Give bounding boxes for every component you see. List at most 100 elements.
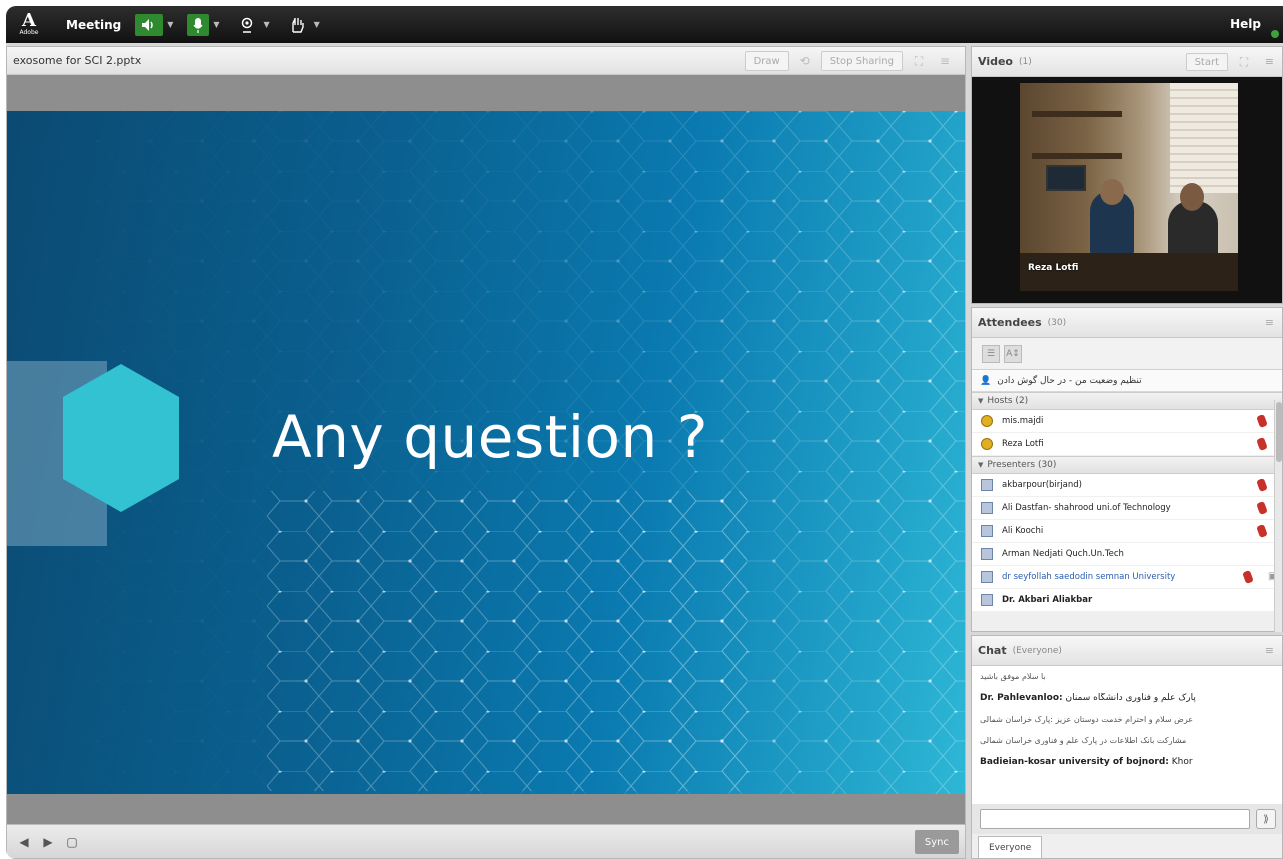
attendee-row[interactable]: Reza Lotfi <box>972 433 1282 456</box>
attendee-row[interactable]: Ali Dastfan- shahrood uni.of Technology <box>972 497 1282 520</box>
pointer-icon[interactable]: ⟲ <box>795 51 815 71</box>
adobe-logo-glyph: A <box>22 9 36 31</box>
share-toolbar: Draw ⟲ Stop Sharing ⛶ ≡ <box>744 51 955 71</box>
chat-text: Khor <box>1171 757 1193 767</box>
feed-shelf-lower <box>1032 153 1122 159</box>
slide-thumbnails-icon[interactable]: ▢ <box>65 835 79 849</box>
my-status-row[interactable]: 👤 تنظیم وضعیت من - در حال گوش دادن <box>972 370 1282 392</box>
attendees-pod-header: Attendees (30) ≡ <box>972 308 1282 338</box>
chat-messages: با سلام موفق باشید Dr. Pahlevanloo: پارک… <box>972 666 1282 804</box>
attendee-name: Arman Nedjati Quch.Un.Tech <box>1002 549 1124 559</box>
speaker-dropdown-icon[interactable]: ▼ <box>167 20 173 29</box>
meeting-menu[interactable]: Meeting <box>66 18 121 32</box>
hosts-group-label: Hosts (2) <box>987 396 1029 406</box>
my-status-text: تنظیم وضعیت من - در حال گوش دادن <box>997 375 1142 386</box>
video-fullscreen-icon[interactable]: ⛶ <box>1234 52 1254 72</box>
start-webcam-button[interactable]: Start <box>1185 53 1228 71</box>
slide-heading: Any question ? <box>272 403 708 471</box>
attendees-pod-menu-icon[interactable]: ≡ <box>1265 316 1274 329</box>
microphone-active-icon <box>1256 436 1268 452</box>
speaker-icon[interactable] <box>135 13 164 36</box>
status-control[interactable]: ▼ <box>284 14 320 36</box>
share-pod-header: exosome for SCI 2.pptx Draw ⟲ Stop Shari… <box>7 47 965 75</box>
share-footer: ◀ ▶ ▢ Sync <box>7 824 965 858</box>
top-toolbar: A Adobe Meeting ▼ ▼ ▼ ▼ Help <box>6 6 1283 43</box>
chat-message: با سلام موفق باشید <box>980 672 1274 681</box>
hosts-group-header[interactable]: ▼ Hosts (2) <box>972 392 1282 410</box>
connection-status-icon <box>1271 30 1279 38</box>
share-pod: exosome for SCI 2.pptx Draw ⟲ Stop Shari… <box>6 46 966 859</box>
attendee-name: Ali Dastfan- shahrood uni.of Technology <box>1002 503 1171 513</box>
attendee-row[interactable]: dr seyfollah saedodin semnan University … <box>972 566 1282 589</box>
presenters-group-header[interactable]: ▼ Presenters (30) <box>972 456 1282 474</box>
microphone-icon[interactable] <box>187 13 210 36</box>
video-pod: Video (1) Start ⛶ ≡ Reza Lotfi <box>971 46 1283 304</box>
feed-monitor <box>1046 165 1086 191</box>
attendee-row[interactable]: Arman Nedjati Quch.Un.Tech <box>972 543 1282 566</box>
attendee-name: Reza Lotfi <box>1002 439 1044 449</box>
raise-hand-icon[interactable] <box>284 14 310 36</box>
chat-input[interactable] <box>980 809 1250 829</box>
chat-pod: Chat (Everyone) ≡ با سلام موفق باشید Dr.… <box>971 635 1283 859</box>
attendees-count: (30) <box>1047 317 1067 328</box>
send-message-icon[interactable]: ⟫ <box>1256 809 1276 829</box>
chat-text: با سلام موفق باشید <box>980 672 1046 681</box>
presenter-icon <box>980 547 994 561</box>
pod-options-icon[interactable]: ≡ <box>935 51 955 71</box>
chat-tab-everyone[interactable]: Everyone <box>978 836 1043 858</box>
chat-compose: ⟫ <box>972 804 1282 834</box>
sync-button[interactable]: Sync <box>914 830 959 854</box>
share-document-title: exosome for SCI 2.pptx <box>13 54 142 67</box>
chat-text: عرض سلام و احترام خدمت دوستان عزیز :پارک… <box>980 715 1194 724</box>
presenter-icon <box>980 524 994 538</box>
video-pod-count: (1) <box>1018 56 1032 67</box>
webcam-icon[interactable] <box>234 14 260 36</box>
previous-slide-icon[interactable]: ◀ <box>17 835 31 849</box>
video-pod-menu-icon[interactable]: ≡ <box>1265 55 1274 68</box>
chat-pod-menu-icon[interactable]: ≡ <box>1265 644 1274 657</box>
attendees-pod: Attendees (30) ≡ ☰ A↕ 👤 تنظیم وضعیت من -… <box>971 307 1283 632</box>
attendee-name: Dr. Akbari Aliakbar <box>1002 595 1093 605</box>
video-participant-name: Reza Lotfi <box>1028 263 1079 273</box>
chat-sender: Badieian-kosar university of bojnord: <box>980 757 1169 767</box>
presenter-icon <box>980 478 994 492</box>
stop-sharing-button[interactable]: Stop Sharing <box>820 51 903 71</box>
speaker-control[interactable]: ▼ <box>135 13 173 36</box>
chat-message: عرض سلام و احترام خدمت دوستان عزیز :پارک… <box>980 715 1274 724</box>
chat-pod-header: Chat (Everyone) ≡ <box>972 636 1282 666</box>
attendees-scrollbar[interactable] <box>1274 400 1282 632</box>
attendee-name: dr seyfollah saedodin semnan University <box>1002 572 1176 582</box>
attendee-row[interactable]: Ali Koochi <box>972 520 1282 543</box>
adobe-logo: A Adobe <box>12 6 46 43</box>
chat-message: مشارکت بانک اطلاعات در پارک علم و فناوری… <box>980 736 1274 745</box>
host-icon <box>980 414 994 428</box>
presenter-icon <box>980 501 994 515</box>
microphone-control[interactable]: ▼ <box>187 13 220 36</box>
webcam-control[interactable]: ▼ <box>234 14 270 36</box>
attendee-name: mis.majdi <box>1002 416 1044 426</box>
attendees-scroll-thumb[interactable] <box>1276 402 1282 462</box>
sort-icon[interactable]: A↕ <box>1004 344 1022 363</box>
slide-letterbox-top <box>7 75 965 111</box>
chat-text: پارک علم و فناوری دانشگاه سمنان <box>1065 693 1196 703</box>
presenter-icon <box>980 593 994 607</box>
next-slide-icon[interactable]: ▶ <box>41 835 55 849</box>
attendee-row[interactable]: Dr. Akbari Aliakbar <box>972 589 1282 612</box>
presentation-slide: Any question ? <box>7 111 965 794</box>
fullscreen-icon[interactable]: ⛶ <box>909 51 929 71</box>
status-dropdown-icon[interactable]: ▼ <box>314 20 320 29</box>
video-pod-header: Video (1) Start ⛶ ≡ <box>972 47 1282 77</box>
list-view-icon[interactable]: ☰ <box>982 344 1000 363</box>
attendees-pod-title: Attendees <box>978 316 1042 329</box>
attendee-row[interactable]: akbarpour(birjand) <box>972 474 1282 497</box>
microphone-active-icon <box>1242 569 1254 585</box>
attendee-name: Ali Koochi <box>1002 526 1044 536</box>
chat-pod-title: Chat <box>978 644 1007 657</box>
microphone-dropdown-icon[interactable]: ▼ <box>213 20 219 29</box>
webcam-dropdown-icon[interactable]: ▼ <box>264 20 270 29</box>
attendee-row[interactable]: mis.majdi <box>972 410 1282 433</box>
presenter-icon <box>980 570 994 584</box>
chat-message: Dr. Pahlevanloo: پارک علم و فناوری دانشگ… <box>980 693 1274 703</box>
help-menu[interactable]: Help <box>1230 17 1261 31</box>
draw-button[interactable]: Draw <box>744 51 789 71</box>
